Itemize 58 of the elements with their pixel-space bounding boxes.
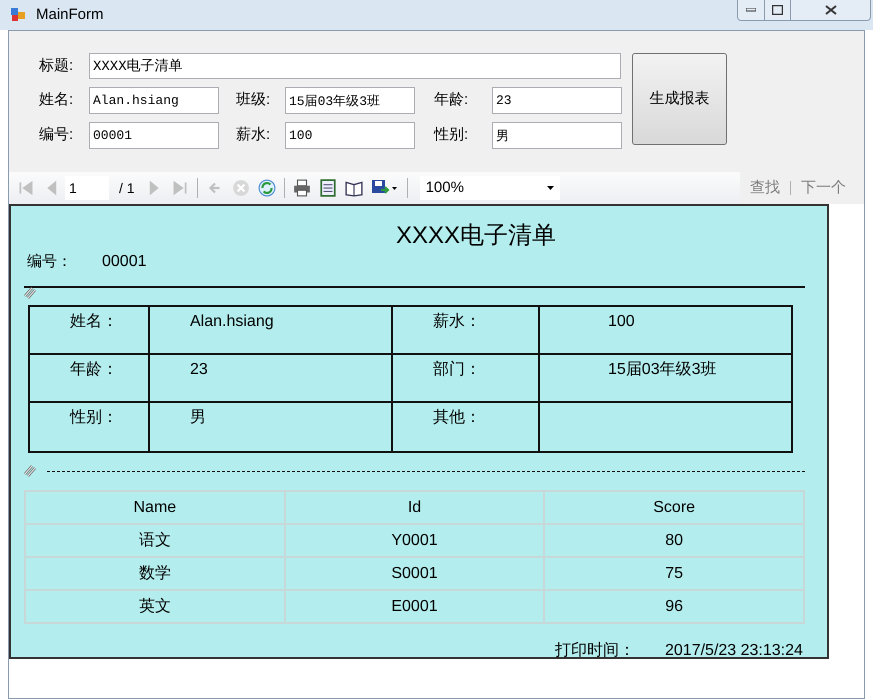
field-label: 年龄: <box>434 90 470 110</box>
table-cell: 100 <box>540 307 791 355</box>
text-input[interactable]: 100 <box>285 122 415 149</box>
column-header: Id <box>284 491 544 524</box>
table-cell: 部门： <box>393 355 540 403</box>
title-input[interactable]: XXXX电子清单 <box>89 53 621 79</box>
table-cell: 薪水： <box>393 307 540 355</box>
field-label: 打印时间： <box>555 640 636 661</box>
table-cell: 性别： <box>30 403 150 451</box>
close-icon <box>824 5 836 15</box>
table-cell: 80 <box>544 524 804 557</box>
field-label: 性别: <box>434 125 470 146</box>
table-cell: 男 <box>150 403 393 451</box>
report-title: XXXX电子清单 <box>394 221 558 251</box>
book-icon[interactable] <box>344 179 363 197</box>
table-cell: 其他： <box>393 403 540 451</box>
find-link[interactable]: 查找 <box>740 176 790 200</box>
generate-report-button[interactable]: 生成报表 <box>632 53 727 145</box>
table-cell: 姓名： <box>30 307 150 355</box>
field-value: 00001 <box>102 252 146 272</box>
table-cell: 语文 <box>25 524 285 557</box>
app-icon <box>10 7 26 23</box>
print-time: 2017/5/23 23:13:24 <box>665 641 803 661</box>
text-input[interactable]: Alan.hsiang <box>89 87 219 114</box>
page-count: / 1 <box>119 178 135 198</box>
field-label: 标题: <box>39 56 74 76</box>
text-input[interactable]: 男 <box>492 122 622 149</box>
printer-icon[interactable] <box>292 179 311 197</box>
field-label: 姓名: <box>39 90 74 110</box>
table-cell: 75 <box>544 557 804 590</box>
find-next-link[interactable]: 下一个 <box>791 176 846 200</box>
table-cell: Y0001 <box>284 524 544 557</box>
field-label: 编号： <box>27 252 73 272</box>
field-label: 薪水: <box>236 125 272 146</box>
table-cell: Alan.hsiang <box>150 307 393 355</box>
field-label: 编号: <box>39 125 74 146</box>
table-cell: 年龄： <box>30 355 150 403</box>
zoom-select[interactable]: 100% <box>420 176 560 200</box>
text-input[interactable]: 00001 <box>89 122 219 149</box>
table-cell: S0001 <box>284 557 544 590</box>
table-cell: 23 <box>150 355 393 403</box>
window-title: MainForm <box>36 4 104 25</box>
minimize-icon <box>746 8 756 12</box>
table-cell: E0001 <box>284 590 544 623</box>
table-cell: 96 <box>544 590 804 623</box>
caret-icon <box>546 186 554 190</box>
page-icon[interactable] <box>318 179 337 197</box>
table-cell: 英文 <box>25 590 285 623</box>
table-cell: 15届03年级3班 <box>540 355 791 403</box>
refresh-icon[interactable] <box>258 179 276 197</box>
text-input[interactable]: 23 <box>492 87 622 114</box>
maximize-icon <box>772 5 783 15</box>
column-header: Name <box>25 491 285 524</box>
field-label: 班级: <box>236 90 272 110</box>
table-cell: 数学 <box>25 557 285 590</box>
text-input[interactable]: 15届03年级3班 <box>285 87 415 114</box>
column-header: Score <box>544 491 804 524</box>
page-number-input[interactable]: 1 <box>65 176 109 200</box>
